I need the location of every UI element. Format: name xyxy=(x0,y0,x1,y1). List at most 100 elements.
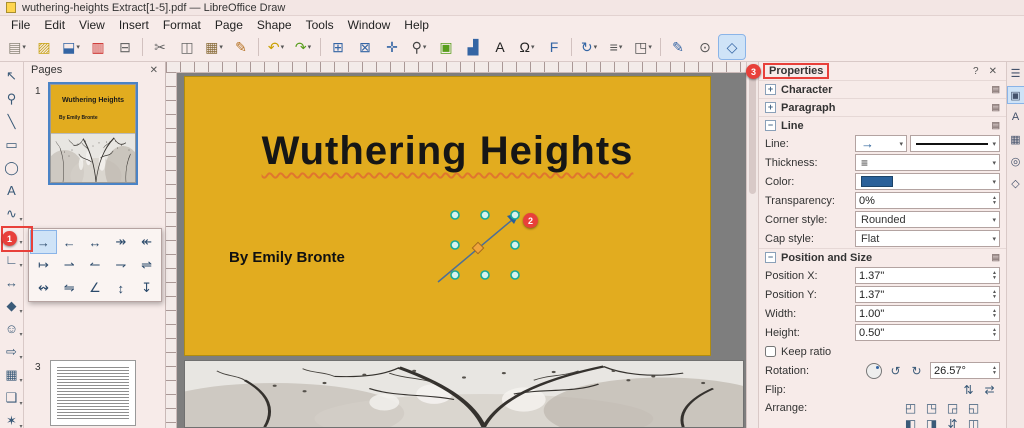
zoom-pan-tool[interactable]: ⚲ xyxy=(1,87,23,110)
styles-tab[interactable]: A xyxy=(1008,109,1024,125)
collapse-icon[interactable]: − xyxy=(765,252,776,263)
arrange-button[interactable]: ◳ ▾ xyxy=(630,35,656,59)
spinner-icons[interactable]: ▲ ▼ xyxy=(992,289,999,300)
flowchart-tool[interactable]: ▦ ▾ xyxy=(1,363,22,386)
menu-format[interactable]: Format xyxy=(156,17,208,33)
line-half-arrow-end[interactable]: ⇀ xyxy=(57,254,82,276)
line-style-select[interactable]: ▾ xyxy=(910,135,1000,152)
save-button[interactable]: ⬓ ▾ xyxy=(58,35,84,59)
chevron-down-icon[interactable]: ▾ xyxy=(19,377,22,384)
transformations-button[interactable]: ↻ ▾ xyxy=(576,35,602,59)
line-with-arrows[interactable]: ↔ xyxy=(83,231,108,253)
menu-tools[interactable]: Tools xyxy=(299,17,341,33)
chevron-down-icon[interactable]: ▾ xyxy=(992,159,996,167)
menu-file[interactable]: File xyxy=(4,17,37,33)
close-panel-icon[interactable]: ✕ xyxy=(986,66,1000,77)
chevron-down-icon[interactable]: ▾ xyxy=(19,354,22,361)
ellipse-tool[interactable]: ◯ xyxy=(1,156,23,179)
position-x-input[interactable] xyxy=(856,269,993,282)
line-wave-arrows[interactable]: ↭ xyxy=(31,277,56,299)
insert-line-tool[interactable]: ╲ xyxy=(1,110,23,133)
line-color-select[interactable]: ▾ xyxy=(855,173,1000,190)
block-arrows-tool[interactable]: ⇨ ▾ xyxy=(1,340,22,363)
chevron-down-icon[interactable]: ▾ xyxy=(648,43,652,51)
line-down-arrow[interactable]: ↧ xyxy=(134,277,159,299)
callout-shapes-tool[interactable]: ❑ ▾ xyxy=(1,386,23,409)
section-menu-icon[interactable]: ▤ xyxy=(991,84,1000,95)
selection-handles[interactable] xyxy=(450,210,520,280)
new-document-button[interactable]: ▤ ▾ xyxy=(4,35,30,59)
chevron-down-icon[interactable]: ▾ xyxy=(992,178,996,186)
cut-button[interactable]: ✂ xyxy=(147,35,173,59)
vertical-scrollbar[interactable]: ▲ xyxy=(746,62,758,428)
chevron-down-icon[interactable]: ▾ xyxy=(531,43,535,51)
insert-text-box-button[interactable]: A xyxy=(487,35,513,59)
chevron-down-icon[interactable]: ▾ xyxy=(281,43,285,51)
position-y-field[interactable]: ▲▼ xyxy=(855,286,1000,303)
section-paragraph[interactable]: + Paragraph ▤ xyxy=(759,98,1006,116)
thickness-select[interactable]: ≡ ▾ xyxy=(855,154,1000,171)
reverse-order-icon[interactable]: ⇵ xyxy=(942,416,963,428)
stars-banners-tool[interactable]: ✶ ▾ xyxy=(1,409,22,428)
chevron-down-icon[interactable]: ▾ xyxy=(19,400,22,407)
pages-close-icon[interactable]: ✕ xyxy=(150,65,158,76)
glue-points-button[interactable]: ⊙ xyxy=(692,35,718,59)
rotate-right-icon[interactable]: ↻ xyxy=(906,363,927,379)
chevron-down-icon[interactable]: ▾ xyxy=(992,216,996,224)
chevron-down-icon[interactable]: ▾ xyxy=(594,43,598,51)
line-harpoon-pair[interactable]: ⇋ xyxy=(57,277,82,299)
page-thumbnail-1[interactable]: Wuthering Heights By Emily Bronte xyxy=(48,82,138,185)
chevron-down-icon[interactable]: ▾ xyxy=(19,308,22,315)
insert-text-box-tool[interactable]: A xyxy=(1,179,23,202)
export-pdf-button[interactable]: ▥ xyxy=(85,35,111,59)
chevron-down-icon[interactable]: ▾ xyxy=(19,262,22,269)
chevron-down-icon[interactable]: ▾ xyxy=(899,140,903,148)
section-menu-icon[interactable]: ▤ xyxy=(991,102,1000,113)
menu-help[interactable]: Help xyxy=(397,17,436,33)
section-character[interactable]: + Character ▤ xyxy=(759,80,1006,98)
insert-chart-button[interactable]: ▟ xyxy=(460,35,486,59)
symbol-shapes-tool[interactable]: ☺ ▾ xyxy=(1,317,23,340)
section-line[interactable]: − Line ▤ xyxy=(759,116,1006,134)
shapes-tab[interactable]: ◇ xyxy=(1008,175,1024,191)
spinner-icons[interactable]: ▲ ▼ xyxy=(992,270,999,281)
display-guides-button[interactable]: ✛ xyxy=(379,35,405,59)
in-front-of-object-icon[interactable]: ◧ xyxy=(900,416,921,428)
line-vertical-arrows[interactable]: ↕ xyxy=(108,277,133,299)
redo-button[interactable]: ↷ ▾ xyxy=(290,35,316,59)
chevron-down-icon[interactable]: ▾ xyxy=(992,140,996,148)
print-button[interactable]: ⊟ xyxy=(112,35,138,59)
height-field[interactable]: ▲▼ xyxy=(855,324,1000,341)
line-with-square-end[interactable]: ↦ xyxy=(31,254,56,276)
line-double-harpoon[interactable]: ⇌ xyxy=(134,254,159,276)
corner-style-select[interactable]: Rounded ▾ xyxy=(855,211,1000,228)
transparency-input[interactable] xyxy=(856,194,993,207)
keep-ratio-checkbox[interactable] xyxy=(765,346,776,357)
menu-edit[interactable]: Edit xyxy=(37,17,72,33)
spinner-icons[interactable]: ▲ ▼ xyxy=(992,195,999,206)
line-half-arrow-start[interactable]: ↼ xyxy=(83,254,108,276)
display-grid-button[interactable]: ⊞ xyxy=(325,35,351,59)
copy-button[interactable]: ◫ xyxy=(174,35,200,59)
chevron-down-icon[interactable]: ▾ xyxy=(19,216,22,223)
flip-horizontal-icon[interactable]: ⇄ xyxy=(979,382,1000,398)
rectangle-tool[interactable]: ▭ xyxy=(1,133,23,156)
menu-shape[interactable]: Shape xyxy=(250,17,299,33)
menu-view[interactable]: View xyxy=(72,17,112,33)
show-draw-functions-button[interactable]: ◇ xyxy=(718,34,746,60)
send-backward-icon[interactable]: ◲ xyxy=(942,400,963,416)
page-thumbnail-3[interactable] xyxy=(50,360,136,426)
selected-arrow-object[interactable] xyxy=(184,76,711,356)
chevron-down-icon[interactable]: ▾ xyxy=(76,43,80,51)
edit-points-button[interactable]: ✎ xyxy=(665,35,691,59)
expand-icon[interactable]: + xyxy=(765,102,776,113)
transparency-field[interactable]: ▲▼ xyxy=(855,192,1000,209)
paste-button[interactable]: ▦ ▾ xyxy=(201,35,227,59)
rotate-left-icon[interactable]: ↺ xyxy=(885,363,906,379)
chevron-down-icon[interactable]: ▾ xyxy=(423,43,427,51)
bring-to-front-icon[interactable]: ◰ xyxy=(900,400,921,416)
clone-formatting-button[interactable]: ✎ xyxy=(228,35,254,59)
basic-shapes-tool[interactable]: ◆ ▾ xyxy=(1,294,23,317)
rotation-input[interactable] xyxy=(931,364,993,377)
line-ends-with-arrow[interactable]: → xyxy=(30,230,57,254)
